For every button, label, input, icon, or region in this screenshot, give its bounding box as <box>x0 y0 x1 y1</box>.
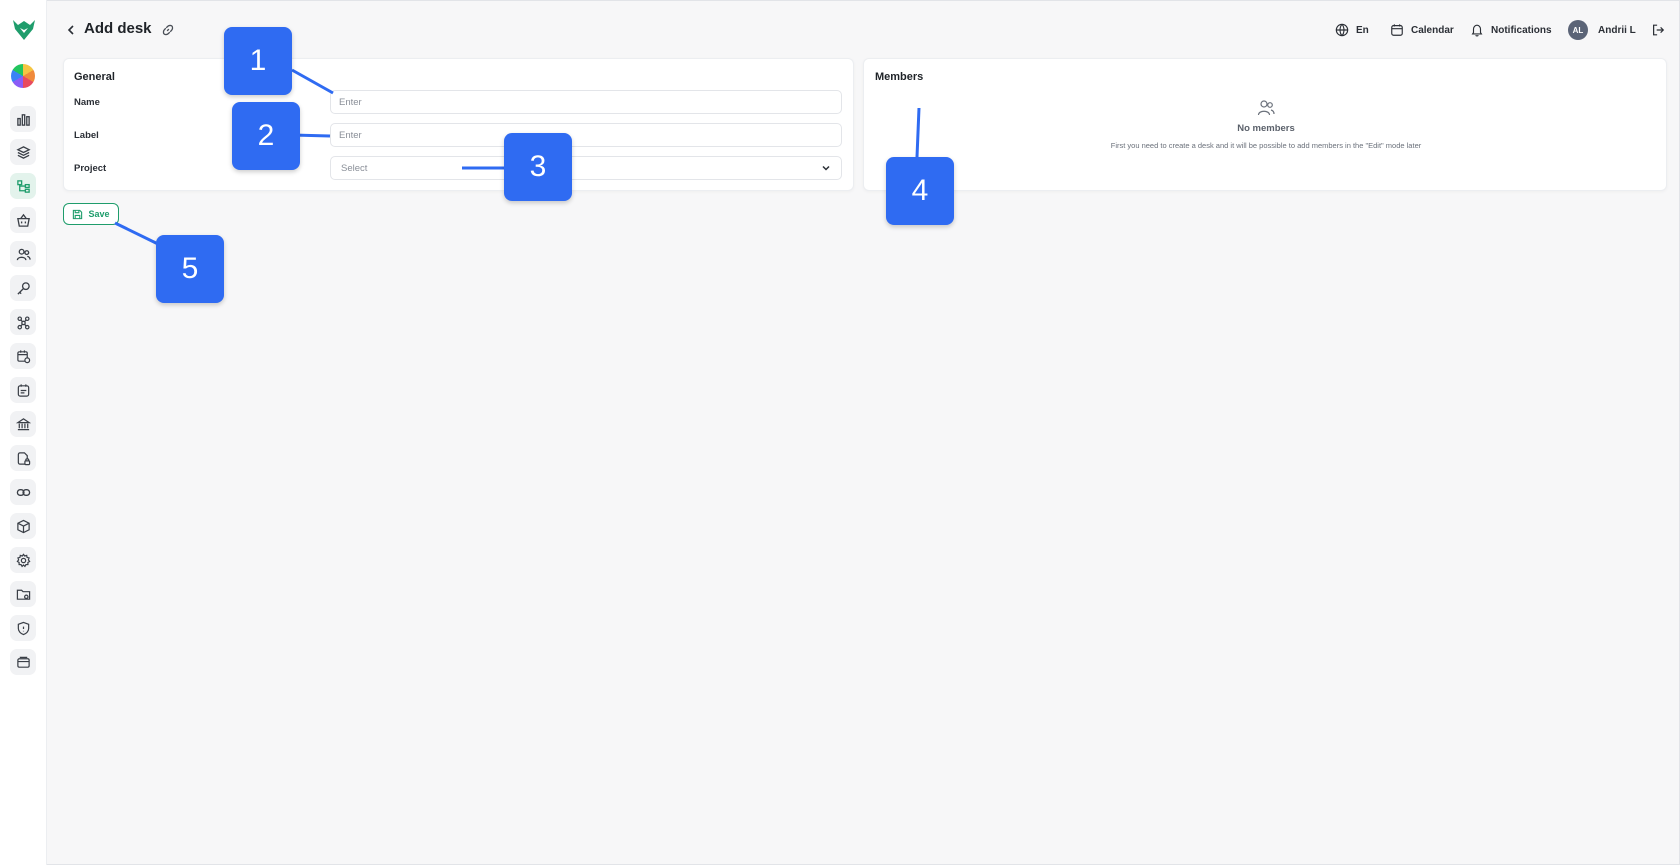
calendar-button[interactable]: Calendar <box>1390 21 1454 39</box>
language-label: En <box>1356 24 1369 36</box>
sidebar-item-cards[interactable] <box>10 649 36 675</box>
calendar-label: Calendar <box>1411 24 1454 36</box>
name-input[interactable] <box>330 90 842 114</box>
sidebar-item-keys[interactable] <box>10 275 36 301</box>
users-icon <box>16 248 31 260</box>
sidebar <box>0 0 47 865</box>
sidebar-item-calendar-notes[interactable] <box>10 377 36 403</box>
callout-4: 4 <box>886 157 954 225</box>
sidebar-item-settings[interactable] <box>10 547 36 573</box>
sidebar-item-layers[interactable] <box>10 139 36 165</box>
key-icon <box>16 281 30 295</box>
sidebar-item-shield[interactable] <box>10 615 36 641</box>
callout-3: 3 <box>504 133 572 201</box>
brand-logo-icon[interactable] <box>11 17 37 43</box>
callout-5: 5 <box>156 235 224 303</box>
calendar-icon <box>1391 24 1403 36</box>
cube-icon <box>16 519 30 533</box>
document-lock-icon <box>17 451 30 465</box>
label-input[interactable] <box>330 123 842 147</box>
save-label: Save <box>88 209 110 219</box>
avatar: AL <box>1568 20 1588 40</box>
sidebar-item-document-lock[interactable] <box>10 445 36 471</box>
sidebar-item-bank[interactable] <box>10 411 36 437</box>
sidebar-item-cube[interactable] <box>10 513 36 539</box>
settings-icon <box>16 552 30 567</box>
sidebar-item-users[interactable] <box>10 241 36 267</box>
cards-icon <box>16 656 30 668</box>
chevron-left-icon <box>67 25 74 35</box>
sidebar-item-calendar-settings[interactable] <box>10 343 36 369</box>
copy-link-icon[interactable] <box>161 23 175 37</box>
sidebar-item-analytics[interactable] <box>10 106 36 132</box>
language-switch[interactable]: En <box>1335 21 1369 39</box>
members-title: Members <box>875 71 924 83</box>
users-empty-icon <box>1257 100 1275 116</box>
name-label: Name <box>74 97 100 108</box>
link-chain-icon <box>16 488 30 496</box>
bell-icon <box>1471 24 1483 37</box>
members-empty-title: No members <box>1237 123 1295 134</box>
sidebar-item-folder[interactable] <box>10 581 36 607</box>
project-label: Project <box>74 163 107 174</box>
notifications-label: Notifications <box>1491 24 1552 36</box>
sidebar-item-basket[interactable] <box>10 207 36 233</box>
hierarchy-icon <box>16 179 30 193</box>
folder-icon <box>16 589 30 600</box>
project-select[interactable]: Select <box>330 156 842 180</box>
layers-icon <box>15 145 31 159</box>
analytics-icon <box>16 113 30 126</box>
shield-icon <box>17 621 29 635</box>
callout-2: 2 <box>232 102 300 170</box>
notifications-button[interactable]: Notifications <box>1470 21 1552 39</box>
general-title: General <box>74 71 115 83</box>
bank-icon <box>15 417 31 430</box>
user-menu[interactable]: AL Andrii L <box>1568 20 1636 40</box>
logout-icon[interactable] <box>1651 23 1665 37</box>
sidebar-item-hierarchy[interactable] <box>10 173 36 199</box>
globe-icon <box>1335 23 1349 37</box>
sidebar-item-links[interactable] <box>10 479 36 505</box>
members-empty-description: First you need to create a desk and it w… <box>1110 141 1422 150</box>
label-label: Label <box>74 130 99 141</box>
basket-icon <box>16 213 30 227</box>
save-icon <box>73 209 83 219</box>
save-button[interactable]: Save <box>63 203 119 225</box>
page-title: Add desk <box>84 20 152 37</box>
user-name: Andrii L <box>1598 24 1636 36</box>
chevron-down-icon <box>822 165 830 171</box>
calendar-settings-icon <box>16 349 30 363</box>
callout-1: 1 <box>224 27 292 95</box>
project-select-value: Select <box>341 162 368 174</box>
sidebar-item-network[interactable] <box>10 309 36 335</box>
calendar-notes-icon <box>17 383 29 397</box>
back-button[interactable] <box>64 22 78 38</box>
network-icon <box>16 315 30 329</box>
color-wheel-icon[interactable] <box>11 64 35 88</box>
